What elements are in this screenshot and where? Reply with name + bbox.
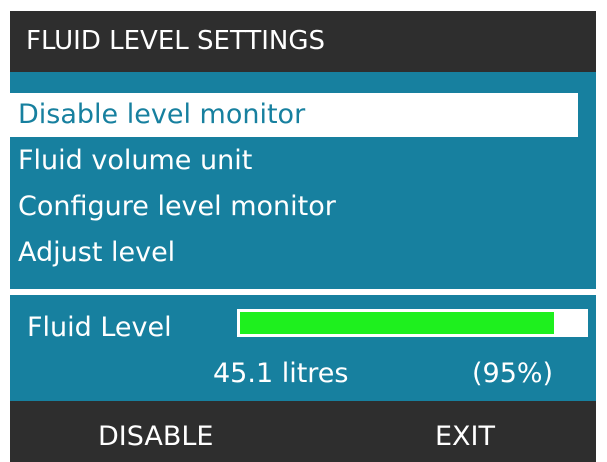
fluid-level-fill [240, 312, 554, 334]
title-bar: FLUID LEVEL SETTINGS [10, 11, 596, 72]
disable-softkey[interactable]: DISABLE [98, 417, 214, 457]
fluid-level-bar [237, 309, 588, 337]
exit-softkey[interactable]: EXIT [435, 417, 495, 457]
settings-menu: Disable level monitor Fluid volume unit … [10, 72, 596, 289]
menu-item-configure-level-monitor[interactable]: Configure level monitor [10, 185, 578, 229]
menu-item-adjust-level[interactable]: Adjust level [10, 231, 578, 275]
fluid-volume-readout: 45.1 litres [213, 358, 349, 389]
device-screen: FLUID LEVEL SETTINGS Disable level monit… [10, 11, 596, 462]
fluid-level-label: Fluid Level [27, 312, 172, 343]
fluid-level-panel: Fluid Level 45.1 litres (95%) [10, 295, 596, 401]
page-title: FLUID LEVEL SETTINGS [26, 26, 326, 56]
softkey-bar: DISABLE EXIT [10, 401, 596, 462]
fluid-percent-readout: (95%) [472, 358, 554, 389]
menu-item-fluid-volume-unit[interactable]: Fluid volume unit [10, 139, 578, 183]
menu-item-disable-level-monitor[interactable]: Disable level monitor [10, 93, 578, 137]
